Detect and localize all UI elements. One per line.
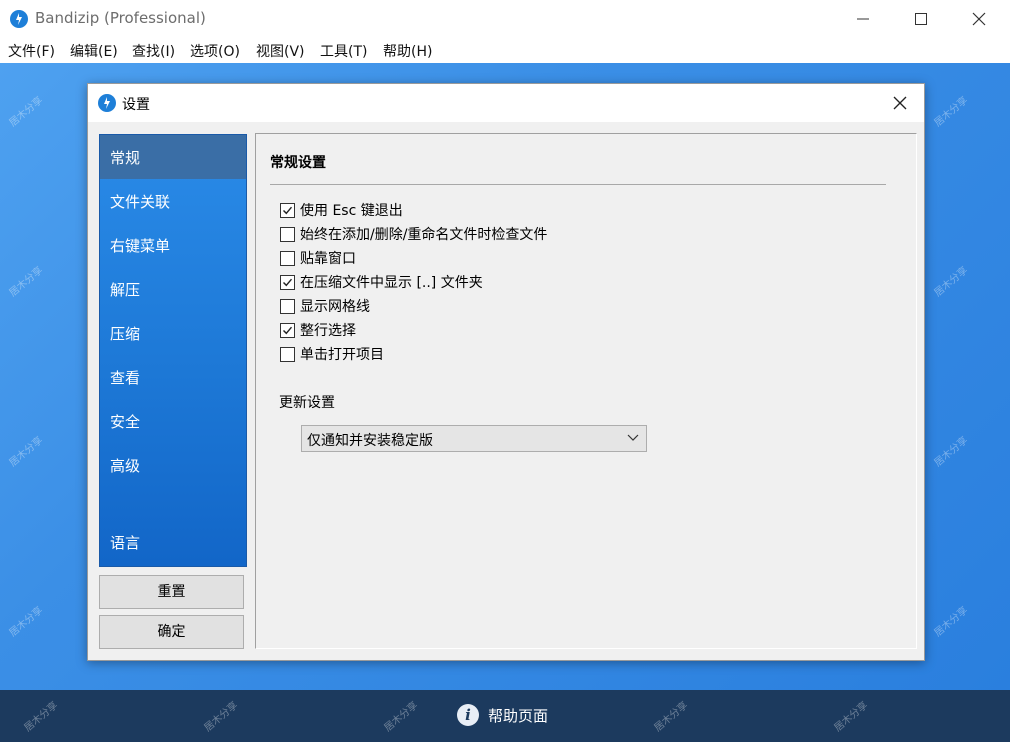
watermark: 居木分享 [832,699,871,735]
checkbox[interactable] [280,251,295,266]
settings-nav: 常规 文件关联 右键菜单 解压 压缩 查看 安全 高级 语言 [99,134,247,567]
reset-button[interactable]: 重置 [99,575,244,609]
checkbox[interactable] [280,323,295,338]
maximize-button[interactable] [892,0,950,38]
menu-file[interactable]: 文件(F) [8,41,55,61]
dialog-title: 设置 [122,97,150,113]
bandizip-logo-icon [10,10,28,28]
nav-item-compress[interactable]: 压缩 [100,311,246,355]
checkbox[interactable] [280,227,295,242]
help-page-link[interactable]: 帮助页面 [488,705,548,726]
menubar: 文件(F) 编辑(E) 查找(I) 选项(O) 视图(V) 工具(T) 帮助(H… [0,38,1010,63]
nav-item-general[interactable]: 常规 [100,135,246,179]
divider [270,184,886,185]
nav-item-file-association[interactable]: 文件关联 [100,179,246,223]
app-title: Bandizip (Professional) [35,9,206,27]
menu-help[interactable]: 帮助(H) [383,41,432,61]
menu-view[interactable]: 视图(V) [256,41,305,61]
watermark: 居木分享 [7,264,46,300]
checkbox[interactable] [280,275,295,290]
nav-item-security[interactable]: 安全 [100,399,246,443]
footer-bar: i 帮助页面 居木分享 居木分享 居木分享 居木分享 居木分享 [0,690,1010,742]
menu-options[interactable]: 选项(O) [190,41,240,61]
close-window-button[interactable] [950,0,1008,38]
menu-find[interactable]: 查找(I) [132,41,175,61]
chevron-down-icon [627,434,639,441]
section-title: 常规设置 [270,155,326,171]
menu-edit[interactable]: 编辑(E) [70,41,118,61]
ok-button[interactable]: 确定 [99,615,244,649]
dialog-titlebar: 设置 [88,84,924,122]
info-icon[interactable]: i [457,704,479,726]
update-settings-value: 仅通知并安装稳定版 [307,433,433,449]
nav-item-advanced[interactable]: 高级 [100,443,246,487]
bandizip-logo-icon [98,94,116,112]
update-settings-label: 更新设置 [279,395,335,411]
nav-item-language[interactable]: 语言 [100,520,246,564]
watermark: 居木分享 [202,699,241,735]
watermark: 居木分享 [7,434,46,470]
watermark: 居木分享 [22,699,61,735]
watermark: 居木分享 [932,264,971,300]
menu-tools[interactable]: 工具(T) [320,41,367,61]
nav-item-context-menu[interactable]: 右键菜单 [100,223,246,267]
nav-item-extract[interactable]: 解压 [100,267,246,311]
checkbox[interactable] [280,299,295,314]
checkbox[interactable] [280,347,295,362]
watermark: 居木分享 [932,604,971,640]
update-settings-select[interactable]: 仅通知并安装稳定版 [301,425,647,452]
watermark: 居木分享 [7,604,46,640]
checkbox[interactable] [280,203,295,218]
dialog-close-button[interactable] [884,88,916,118]
minimize-button[interactable] [834,0,892,38]
watermark: 居木分享 [652,699,691,735]
watermark: 居木分享 [932,434,971,470]
app-titlebar: Bandizip (Professional) [0,0,1010,38]
settings-dialog: 设置 常规 文件关联 右键菜单 解压 压缩 查看 安全 高级 语言 重置 确定 … [87,83,925,661]
watermark: 居木分享 [382,699,421,735]
watermark: 居木分享 [932,94,971,130]
general-settings-panel: 常规设置 使用 Esc 键退出 始终在添加/删除/重命名文件时检查文件 贴靠窗口… [255,133,917,649]
nav-item-view[interactable]: 查看 [100,355,246,399]
watermark: 居木分享 [7,94,46,130]
